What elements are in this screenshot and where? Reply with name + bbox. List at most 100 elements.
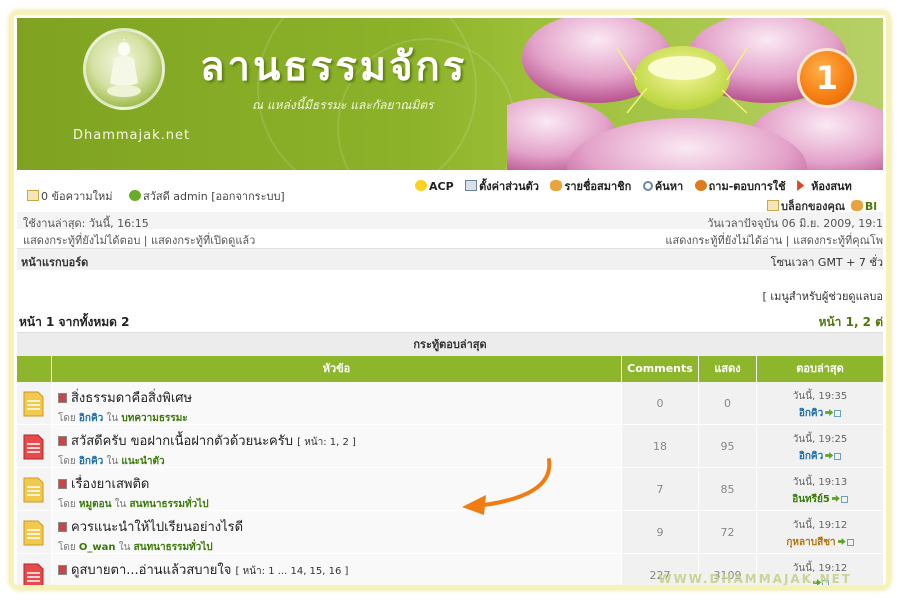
site-name[interactable]: Dhammajak.net [73, 128, 190, 143]
site-tagline: ณ แหล่งนี้มีธรรมะ และกัลยาณมิตร [252, 98, 434, 112]
nav-links: ACP ตั้งค่าส่วนตัว รายชื่อสมาชิก ค้นหา ถ… [415, 177, 860, 195]
topic-title[interactable]: ควรแนะนำให้ไปเรียนอย่างไรดี [71, 520, 243, 535]
topic-forum[interactable]: สนทนาธรรมทั่วไป [134, 542, 213, 553]
breadcrumb: หน้าแรกบอร์ด โซนเวลา GMT + 7 ชั่ว [17, 248, 883, 270]
last-post-user[interactable]: อินทรีย์5 [792, 494, 830, 505]
topic-status-cell [17, 425, 52, 467]
last-post-user[interactable]: อิกคิว [799, 451, 823, 462]
site-title[interactable]: ลานธรรมจักร [200, 34, 467, 98]
last-post-user[interactable]: กุหลาบสีชา [786, 537, 835, 548]
topic-title[interactable]: สวัสดีครับ ขอฝากเนื้อฝากตัวด้วยนะครับ [71, 434, 293, 449]
go-arrow-icon[interactable] [825, 409, 834, 416]
topic-meta: โดย O_wan ใน สนทนาธรรมทั่วไป [58, 540, 621, 555]
topic-author[interactable]: O_wan [79, 542, 116, 553]
orange-arrow-icon [462, 458, 552, 515]
quick-links: แสดงกระทู้ที่ยังไม่ได้ตอบ | แสดงกระทู้ที… [17, 229, 883, 249]
views-count: 72 [699, 511, 757, 553]
table-row[interactable]: สิ่งธรรมดาคือสิ่งพิเศษ โดย อิกคิว ใน บทค… [17, 382, 883, 425]
go-arrow-icon[interactable] [837, 538, 846, 545]
topic-title[interactable]: สิ่งธรรมดาคือสิ่งพิเศษ [71, 391, 192, 406]
quick-links-left[interactable]: แสดงกระทู้ที่ยังไม่ได้ตอบ | แสดงกระทู้ที… [23, 231, 255, 249]
last-post-cell: วันนี้, 19:12 กุหลาบสีชา [757, 511, 883, 553]
topic-title-line[interactable]: ดูสบายตา...อ่านแล้วสบายใจ [ หน้า: 1 ... … [58, 559, 621, 580]
view-post-icon[interactable] [846, 539, 854, 546]
breadcrumb-home[interactable]: หน้าแรกบอร์ด [21, 253, 88, 271]
in-label: ใน [118, 542, 131, 553]
page-links[interactable]: หน้า 1, 2 ต่ [819, 313, 883, 332]
topic-folder-icon [23, 520, 44, 546]
last-post-cell: วันนี้, 19:35 อิกคิว [757, 382, 883, 424]
topic-doc-icon [58, 565, 67, 575]
topic-title[interactable]: เรื่องยาเสพติด [71, 477, 149, 492]
quick-links-right[interactable]: แสดงกระทู้ที่ยังไม่ได้อ่าน | แสดงกระทู้ท… [665, 231, 883, 249]
nav-faq[interactable]: ถาม-ตอบการใช้ [694, 180, 786, 193]
nav-profile-label: ตั้งค่าส่วนตัว [479, 180, 539, 193]
last-post-cell: วันนี้, 19:13 อินทรีย์5 [757, 468, 883, 510]
topic-forum[interactable]: สนทนาธรรมทั่วไป [130, 499, 209, 510]
topic-author[interactable]: อิกคิว [79, 456, 103, 467]
topic-doc-icon [58, 522, 67, 532]
search-icon [642, 181, 653, 191]
pagination: หน้า 1 จากทั้งหมด 2 หน้า 1, 2 ต่ [17, 313, 883, 329]
topic-doc-icon [58, 479, 67, 489]
notification-badge[interactable]: 1 [797, 48, 857, 108]
topic-title-line[interactable]: สิ่งธรรมดาคือสิ่งพิเศษ [58, 387, 621, 408]
page-frame: Dhammajak.net ลานธรรมจักร ณ แหล่งนี้มีธร… [10, 11, 890, 589]
lightbulb-icon [415, 180, 427, 191]
topic-forum[interactable]: แนะนำตัว [121, 456, 164, 467]
view-post-icon[interactable] [834, 410, 842, 417]
topic-meta: โดย อิกคิว ใน บทความธรรมะ [58, 411, 621, 426]
topic-forum[interactable]: บทความธรรมะ [121, 413, 187, 424]
profile-card-icon [465, 180, 478, 191]
table-header: หัวข้อ Comments แสดง ตอบล่าสุด [17, 356, 883, 382]
by-label: โดย [58, 542, 76, 553]
last-post-time: วันนี้, 19:12 [792, 520, 848, 531]
by-label: โดย [58, 456, 76, 467]
topic-author[interactable]: หมูตอน [79, 499, 112, 510]
help-icon [694, 180, 707, 191]
view-post-icon[interactable] [834, 453, 842, 460]
logout-label: สวัสดี admin [ออกจากระบบ] [143, 190, 285, 203]
chat-icon [797, 180, 805, 191]
header-comments: Comments [622, 356, 699, 382]
last-post-cell: วันนี้, 19:25 อิกคิว [757, 425, 883, 467]
user-icon [129, 190, 141, 201]
comments-count: 0 [622, 382, 699, 424]
nav-search[interactable]: ค้นหา [642, 180, 683, 193]
header-views: แสดง [699, 356, 757, 382]
timezone-label: โซนเวลา GMT + 7 ชั่ว [770, 256, 883, 269]
comments-count: 9 [622, 511, 699, 553]
nav-profile[interactable]: ตั้งค่าส่วนตัว [465, 180, 539, 193]
nav-chat[interactable]: ห้องสนท [797, 180, 852, 193]
topic-status-cell [17, 382, 52, 424]
topic-title[interactable]: ดูสบายตา...อ่านแล้วสบายใจ [71, 563, 231, 578]
topic-pages[interactable]: [ หน้า: 1, 2 ] [297, 437, 356, 448]
go-arrow-icon[interactable] [831, 495, 840, 502]
last-post-time: วันนี้, 19:13 [792, 477, 848, 488]
table-title: กระทู้ตอบล่าสุด [17, 332, 883, 356]
topic-pages[interactable]: [ หน้า: 1 ... 14, 15, 16 ] [236, 566, 349, 577]
go-arrow-icon[interactable] [825, 452, 834, 459]
nav-members[interactable]: รายชื่อสมาชิก [550, 180, 631, 193]
moderator-menu-link[interactable]: [ เมนูสำหรับผู้ช่วยดูแลบอ [763, 287, 883, 305]
header-topic: หัวข้อ [52, 356, 622, 382]
last-post-user[interactable]: อิกคิว [799, 408, 823, 419]
views-count: 95 [699, 425, 757, 467]
top-nav: 0 ข้อความใหม่ สวัสดี admin [ออกจากระบบ] … [17, 175, 883, 213]
last-post-time: วันนี้, 19:35 [792, 391, 848, 402]
buddha-logo-icon[interactable] [83, 28, 165, 110]
by-label: โดย [58, 499, 76, 510]
topic-doc-icon [58, 393, 67, 403]
header-banner: Dhammajak.net ลานธรรมจักร ณ แหล่งนี้มีธร… [17, 18, 883, 170]
comments-count: 7 [622, 468, 699, 510]
topic-folder-icon [23, 563, 44, 585]
in-label: ใน [106, 413, 119, 424]
new-messages-link[interactable]: 0 ข้อความใหม่ [27, 187, 112, 205]
topic-author[interactable]: อิกคิว [79, 413, 103, 424]
topic-doc-icon [58, 436, 67, 446]
view-post-icon[interactable] [840, 496, 848, 503]
topic-title-line[interactable]: สวัสดีครับ ขอฝากเนื้อฝากตัวด้วยนะครับ [ … [58, 430, 621, 451]
in-label: ใน [114, 499, 127, 510]
nav-acp[interactable]: ACP [415, 180, 454, 193]
logout-link[interactable]: สวัสดี admin [ออกจากระบบ] [129, 187, 285, 205]
